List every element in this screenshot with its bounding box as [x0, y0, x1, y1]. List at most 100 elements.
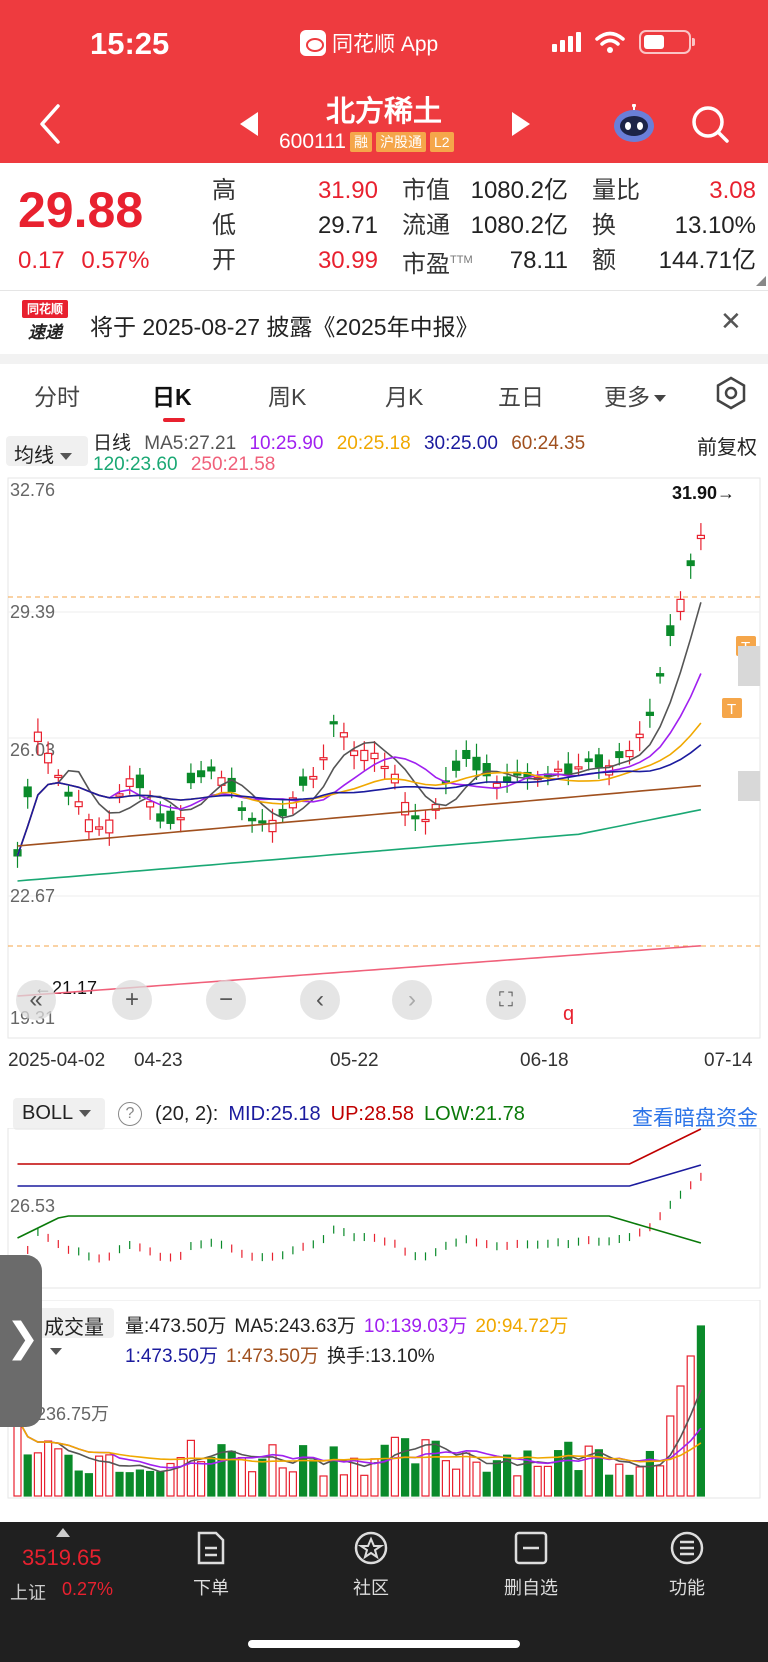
- candle-body: [584, 758, 593, 763]
- volume-bar: [278, 1467, 287, 1497]
- turnover-label: 换: [592, 212, 616, 239]
- tab-weekly-k[interactable]: 周K: [268, 378, 306, 412]
- volume-bar: [390, 1436, 399, 1497]
- tag-connect: 沪股通: [375, 132, 426, 152]
- volume-bar: [360, 1474, 369, 1497]
- search-icon[interactable]: [690, 104, 730, 144]
- ma-legend-row1: 日线 MA5:27.21 10:25.90 20:25.18 30:25.00 …: [93, 428, 593, 455]
- candle-body: [452, 760, 461, 771]
- candle-body: [594, 754, 604, 768]
- tab-five-day[interactable]: 五日: [498, 378, 544, 412]
- nav-remove-watchlist[interactable]: 删自选: [486, 1530, 576, 1600]
- chevron-down-icon: [79, 1110, 92, 1118]
- candle-body: [696, 534, 706, 540]
- kline-chart[interactable]: 32.76 29.39 26.03 22.67 19.31 31.90→ ←21…: [0, 476, 768, 1050]
- order-icon: [197, 1531, 225, 1565]
- boll-mid: MID:25.18: [228, 1103, 321, 1125]
- vol-ratio-value: 3.08: [709, 177, 756, 204]
- boll-band-lines: [17, 1128, 702, 1244]
- scroll-right-button[interactable]: ›: [392, 980, 432, 1020]
- robot-assistant-icon[interactable]: [612, 104, 656, 144]
- app-logo-icon: [300, 30, 326, 56]
- candle-body: [43, 752, 53, 764]
- volume-y-label: 236.75万: [36, 1404, 109, 1424]
- fullscreen-button[interactable]: ⛶: [486, 980, 526, 1020]
- amount-label: 额: [592, 247, 616, 274]
- candle-body: [135, 774, 144, 789]
- next-stock-button[interactable]: [512, 112, 530, 136]
- boll-up: UP:28.58: [330, 1103, 415, 1125]
- candle-body: [146, 801, 155, 808]
- header-bar: 15:25 同花顺 App 北方稀土 600111 融 沪股通 L2: [0, 0, 768, 163]
- announcement-bar[interactable]: 同花顺 速递 将于 2025-08-27 披露《2025年中报》 ✕: [0, 292, 768, 354]
- community-icon: [354, 1531, 388, 1565]
- last-price: 29.88: [18, 182, 144, 238]
- tab-intraday[interactable]: 分时: [34, 378, 80, 412]
- menu-icon: [670, 1531, 704, 1565]
- turnover-value: 13.10%: [674, 212, 756, 239]
- volume-bar: [655, 1465, 665, 1497]
- t-badge[interactable]: T: [722, 698, 742, 718]
- index-value[interactable]: 3519.65: [22, 1545, 102, 1571]
- boll-y-label: 26.53: [10, 1196, 55, 1216]
- ma30-value: 30:25.00: [423, 433, 498, 454]
- volume-bar: [43, 1440, 53, 1497]
- boll-selector[interactable]: BOLL: [13, 1098, 105, 1130]
- volume-bar: [186, 1439, 195, 1497]
- volume-bar: [329, 1446, 338, 1497]
- candle-body: [23, 786, 32, 798]
- active-tab-indicator: [163, 418, 185, 422]
- boll-chart[interactable]: 26.53: [0, 1128, 768, 1290]
- remove-watchlist-icon: [514, 1531, 548, 1565]
- scroll-handle: [738, 646, 760, 686]
- volume-bar: [248, 1471, 257, 1497]
- volume-bar: [237, 1456, 246, 1497]
- nav-order[interactable]: 下单: [166, 1530, 256, 1600]
- rewind-button[interactable]: «: [16, 980, 56, 1020]
- volume-bar: [411, 1463, 420, 1497]
- candle-body: [176, 817, 185, 821]
- indicator-selector[interactable]: 均线: [6, 436, 88, 467]
- candle-body: [401, 801, 410, 816]
- mktcap-value: 1080.2亿: [470, 177, 568, 204]
- volume-bar: [23, 1454, 32, 1497]
- nav-community[interactable]: 社区: [326, 1530, 416, 1600]
- volume-bar: [472, 1461, 481, 1497]
- tag-level2: L2: [429, 132, 454, 152]
- candle-body: [462, 749, 471, 759]
- y-axis-label: 32.76: [10, 480, 55, 500]
- low-label: 低: [212, 212, 236, 239]
- zoom-in-button[interactable]: +: [112, 980, 152, 1020]
- home-indicator: [248, 1640, 520, 1648]
- close-icon[interactable]: ✕: [720, 306, 742, 337]
- volume-bar: [125, 1472, 134, 1497]
- tab-monthly-k[interactable]: 月K: [385, 378, 423, 412]
- volume-chart[interactable]: 236.75万: [0, 1300, 768, 1500]
- index-up-arrow-icon: [56, 1528, 70, 1537]
- settings-icon[interactable]: [714, 376, 748, 410]
- scroll-left-button[interactable]: ‹: [300, 980, 340, 1020]
- adjust-toggle[interactable]: 前复权: [697, 431, 757, 460]
- tab-daily-k[interactable]: 日K: [152, 378, 192, 412]
- volume-bar: [574, 1470, 583, 1497]
- high-value: 31.90: [317, 177, 378, 204]
- zoom-out-button[interactable]: −: [206, 980, 246, 1020]
- volume-bar: [482, 1471, 491, 1497]
- ma120-line: [17, 808, 702, 882]
- candle-body: [74, 801, 83, 808]
- nav-functions[interactable]: 功能: [642, 1530, 732, 1600]
- amount-value: 144.71亿: [658, 247, 756, 274]
- prev-stock-button[interactable]: [240, 112, 258, 136]
- expand-corner-icon[interactable]: [756, 276, 766, 286]
- candle-body: [380, 765, 389, 770]
- tab-more[interactable]: 更多: [604, 378, 666, 412]
- high-marker: 31.90→: [672, 483, 735, 503]
- help-icon[interactable]: ?: [118, 1102, 142, 1126]
- volume-bar: [604, 1474, 614, 1497]
- change-percent: 0.57%: [81, 247, 150, 274]
- vol-ratio-label: 量比: [592, 177, 640, 204]
- side-drawer-handle[interactable]: ❯: [0, 1255, 42, 1427]
- volume-bar: [564, 1441, 573, 1497]
- pe-value: 78.11: [509, 247, 568, 274]
- status-icons: [552, 30, 695, 54]
